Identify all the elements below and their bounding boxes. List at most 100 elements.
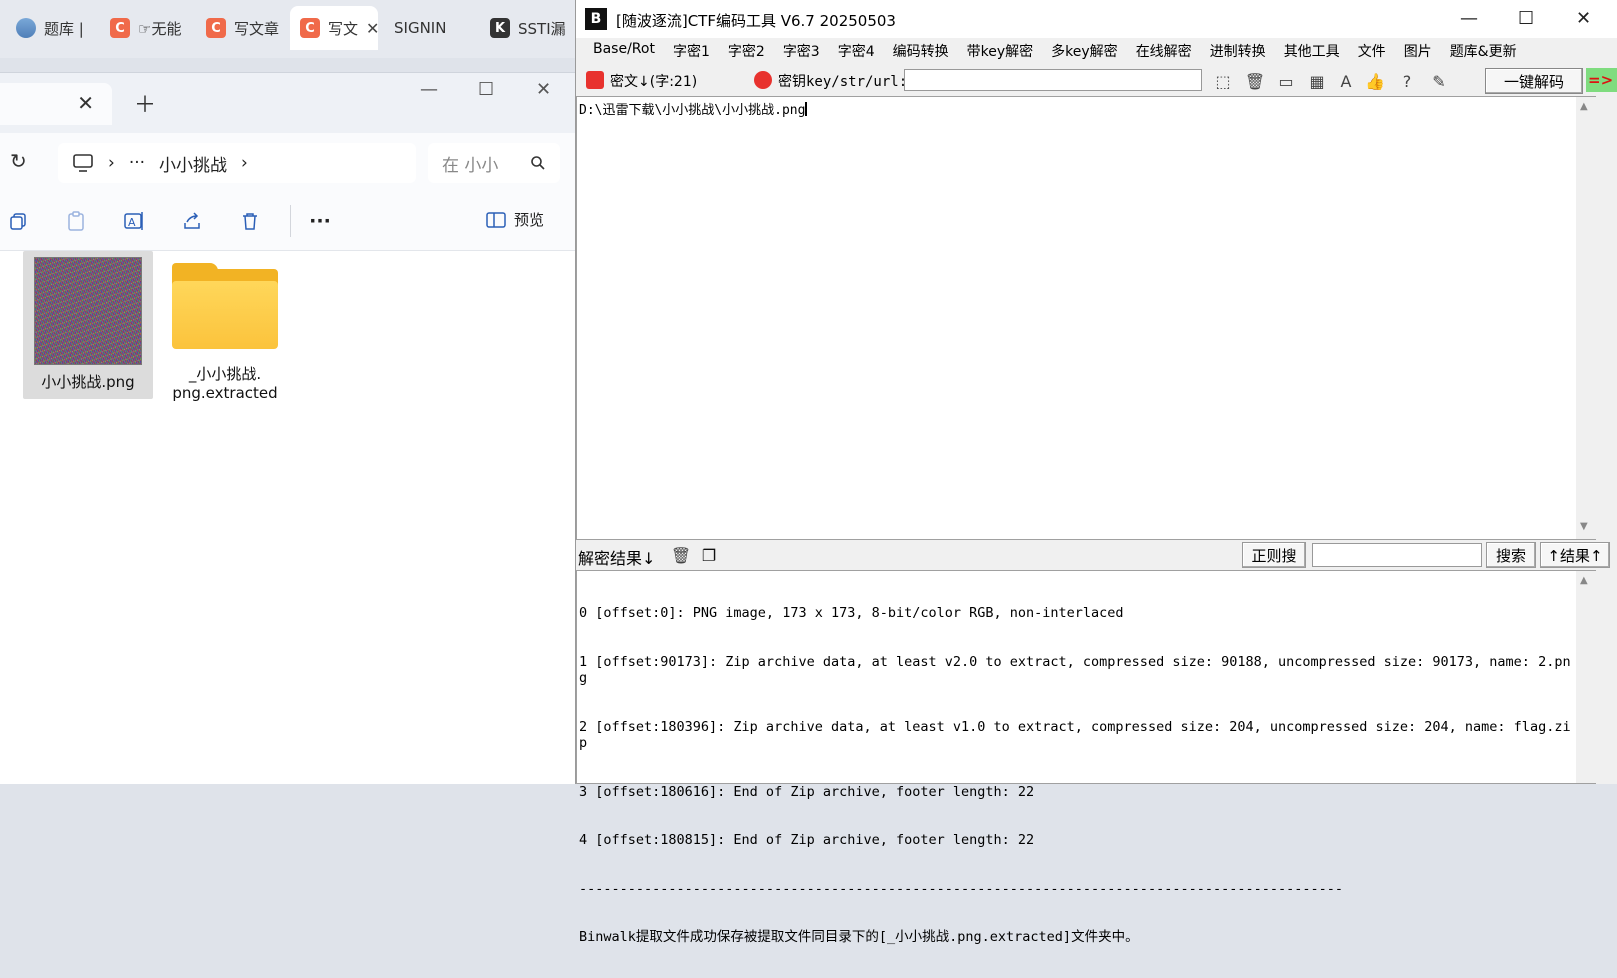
browser-tab-3-active[interactable]: C 写文 ✕ [290, 6, 378, 50]
result-line: 1 [offset:90173]: Zip archive data, at l… [579, 654, 1571, 687]
trash-icon[interactable]: 🗑 [1244, 70, 1266, 92]
key-input[interactable] [904, 69, 1202, 91]
cipher-textarea[interactable]: D:\迅雷下载\小小挑战\小小挑战.png ▲ ▼ [576, 96, 1596, 540]
breadcrumb-ellipsis[interactable]: ··· [129, 153, 145, 173]
key-icon[interactable] [754, 71, 772, 89]
csdn-icon: C [110, 18, 130, 38]
explorer-tab[interactable]: ✕ [0, 83, 112, 125]
select-icon[interactable]: ⬚ [1212, 70, 1234, 92]
menu-zimi4[interactable]: 字密4 [829, 38, 884, 64]
menu-key-decrypt[interactable]: 带key解密 [958, 38, 1043, 64]
file-name-line1: _小小挑战. [188, 365, 262, 383]
close-icon[interactable]: ✕ [536, 79, 551, 100]
cipher-label: 密文↓(字:21) [610, 74, 698, 90]
app-logo-icon: B [585, 8, 607, 30]
cipher-scrollbar[interactable]: ▲ ▼ [1576, 97, 1596, 539]
browser-tab-label: SIGNIN [394, 19, 447, 37]
edit-icon[interactable]: ✎ [1428, 70, 1450, 92]
terminal-icon[interactable]: ▭ [1275, 70, 1297, 92]
one-click-decode-button[interactable]: 一键解码 [1485, 68, 1583, 94]
file-name: 小小挑战.png [41, 373, 135, 391]
close-icon[interactable]: ✕ [1576, 8, 1591, 29]
browser-tab-0[interactable]: 题库 | [6, 6, 98, 50]
search-placeholder: 在 小小 [442, 155, 499, 176]
browser-tab-label: ☞无能 [138, 19, 182, 38]
computer-icon [73, 154, 93, 172]
preview-button[interactable]: 预览 [486, 209, 544, 230]
database-icon [16, 18, 36, 38]
close-tab-icon[interactable]: ✕ [366, 19, 378, 38]
menu-zimi1[interactable]: 字密1 [664, 38, 719, 64]
browser-tab-label: 题库 | [44, 19, 84, 38]
search-icon [531, 156, 545, 170]
delete-icon[interactable] [238, 209, 262, 233]
search-button[interactable]: 搜索 [1486, 542, 1536, 568]
thumbs-up-icon[interactable]: 👍 [1364, 70, 1386, 92]
menu-other-tools[interactable]: 其他工具 [1275, 38, 1349, 64]
file-name-line2: png.extracted [172, 384, 278, 402]
address-bar[interactable]: › ··· 小小挑战 › [58, 143, 416, 183]
explorer-search-input[interactable]: 在 小小 [428, 143, 560, 183]
result-divider: ----------------------------------------… [579, 880, 1344, 897]
cipher-import-icon[interactable] [586, 71, 604, 89]
menu-zimi3[interactable]: 字密3 [774, 38, 829, 64]
table-icon[interactable]: ▦ [1306, 70, 1328, 92]
result-textarea[interactable]: 0 [offset:0]: PNG image, 173 x 173, 8-bi… [576, 570, 1596, 945]
chevron-right-icon: › [108, 153, 115, 173]
browser-tab-4[interactable]: SIGNIN [384, 6, 474, 50]
scroll-up-icon[interactable]: ▲ [1580, 101, 1588, 112]
maximize-icon[interactable]: ☐ [1518, 8, 1534, 29]
menu-base-rot[interactable]: Base/Rot [584, 38, 664, 64]
more-options-icon[interactable]: ··· [308, 209, 332, 233]
scroll-up-icon[interactable]: ▲ [1580, 575, 1588, 586]
regex-search-button[interactable]: 正则搜 [1242, 542, 1306, 568]
menu-encoding[interactable]: 编码转换 [884, 38, 958, 64]
menu-zimi2[interactable]: 字密2 [719, 38, 774, 64]
browser-tab-strip: 题库 | C ☞无能 C 写文章 C 写文 ✕ SIGNIN K SSTI漏 [0, 0, 580, 58]
breadcrumb-folder[interactable]: 小小挑战 [159, 151, 227, 176]
regex-input[interactable] [1312, 543, 1482, 567]
menu-file[interactable]: 文件 [1349, 38, 1395, 64]
result-up-button[interactable]: ↑结果↑ [1540, 542, 1610, 568]
font-icon[interactable]: A [1335, 70, 1357, 92]
result-label: 解密结果↓ [578, 549, 656, 568]
browser-tab-5[interactable]: K SSTI漏 [480, 6, 576, 50]
explorer-address-row: ↻ › ··· 小小挑战 › 在 小小 [0, 133, 576, 193]
minimize-icon[interactable]: — [420, 79, 438, 100]
paste-icon[interactable] [64, 209, 88, 233]
file-explorer-window: ✕ ＋ — ☐ ✕ ↻ › ··· 小小挑战 › 在 小小 A ··· 预览 小… [0, 72, 576, 784]
menu-image[interactable]: 图片 [1395, 38, 1441, 64]
scroll-down-icon[interactable]: ▼ [1580, 521, 1588, 532]
share-icon[interactable] [180, 209, 204, 233]
k-icon: K [490, 18, 510, 38]
toolbar-divider [290, 205, 291, 237]
new-tab-icon[interactable]: ＋ [134, 87, 156, 119]
file-item-folder[interactable]: _小小挑战. png.extracted [160, 251, 290, 411]
key-label: 密钥key/str/url: [778, 74, 908, 90]
result-scrollbar[interactable]: ▲ [1576, 571, 1596, 783]
folder-icon [172, 263, 278, 349]
ctf-toolbar: 密文↓(字:21) 密钥key/str/url: ⬚ 🗑 ▭ ▦ A 👍 ? ✎… [576, 64, 1617, 96]
clear-result-icon[interactable]: 🗑 [670, 544, 692, 566]
rename-icon[interactable]: A [122, 209, 146, 233]
result-text: 0 [offset:0]: PNG image, 173 x 173, 8-bi… [579, 573, 1577, 978]
explorer-command-bar: A ··· 预览 [0, 193, 576, 251]
minimize-icon[interactable]: — [1460, 8, 1478, 29]
result-line: Binwalk提取文件成功保存被提取文件同目录下的[_小小挑战.png.extr… [579, 929, 1139, 946]
refresh-icon[interactable]: ↻ [10, 149, 27, 173]
menu-online-decrypt[interactable]: 在线解密 [1127, 38, 1201, 64]
browser-tab-1[interactable]: C ☞无能 [100, 6, 192, 50]
go-arrow-button[interactable]: => [1586, 68, 1617, 92]
chevron-right-icon[interactable]: › [241, 153, 248, 173]
browser-tab-2[interactable]: C 写文章 [196, 6, 288, 50]
ctf-titlebar: B [随波逐流]CTF编码工具 V6.7 20250503 — ☐ ✕ [576, 0, 1617, 38]
menu-multikey-decrypt[interactable]: 多key解密 [1042, 38, 1127, 64]
menu-challenges-update[interactable]: 题库&更新 [1441, 38, 1526, 64]
copy-result-icon[interactable]: ❐ [698, 544, 720, 566]
maximize-icon[interactable]: ☐ [478, 79, 494, 100]
menu-base-convert[interactable]: 进制转换 [1201, 38, 1275, 64]
file-item-png[interactable]: 小小挑战.png [23, 251, 153, 399]
close-tab-icon[interactable]: ✕ [77, 91, 94, 115]
copy-icon[interactable] [6, 209, 30, 233]
help-icon[interactable]: ? [1396, 70, 1418, 92]
